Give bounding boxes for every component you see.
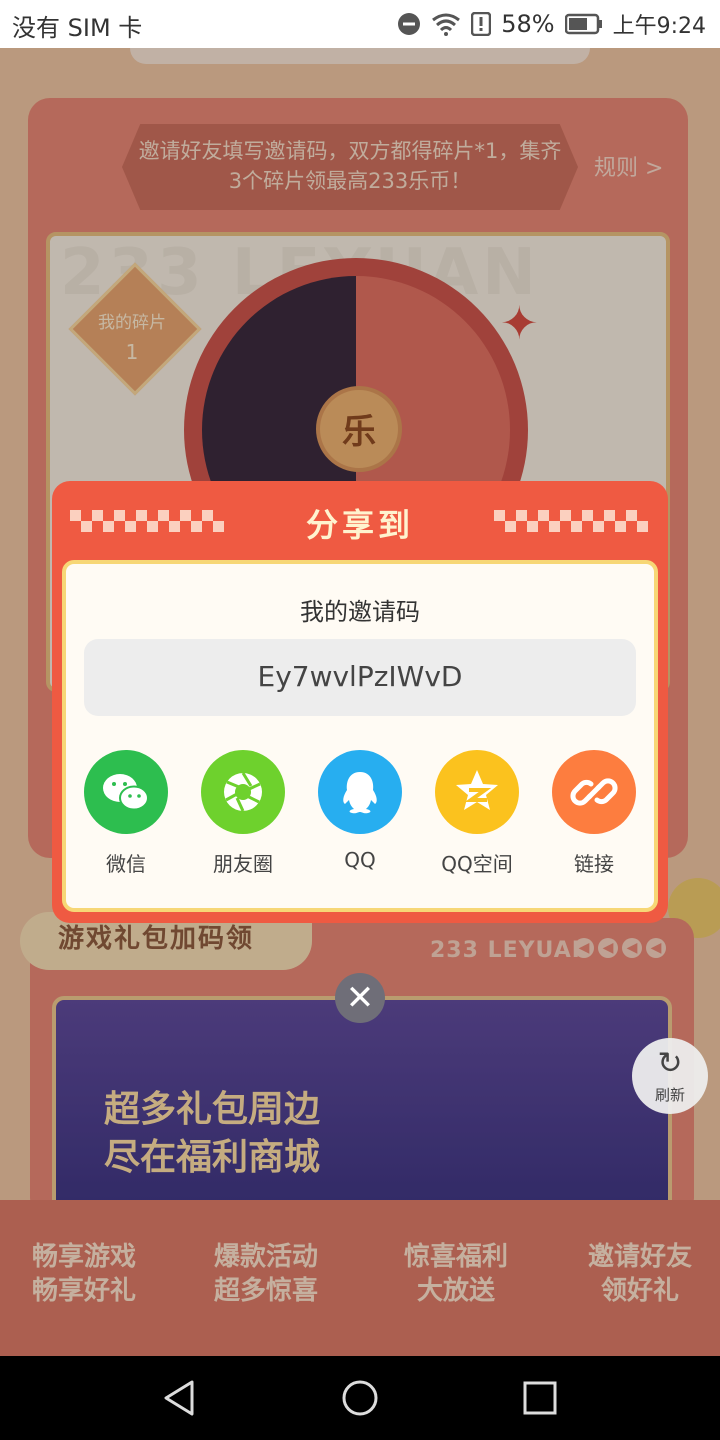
wechat-icon <box>84 750 168 834</box>
share-label: 链接 <box>574 852 614 876</box>
checker-decoration <box>70 510 224 532</box>
share-label: QQ <box>344 848 376 872</box>
battery-percent: 58% <box>501 10 555 38</box>
wifi-icon <box>432 13 461 36</box>
link-icon <box>552 750 636 834</box>
invite-code-heading: 我的邀请码 <box>300 598 420 626</box>
clock: 上午9:24 <box>612 14 706 39</box>
navigation-bar <box>0 1356 720 1440</box>
share-qq-button[interactable]: QQ <box>315 750 405 872</box>
battery-icon <box>564 13 602 35</box>
share-moments-button[interactable]: 朋友圈 <box>198 750 288 877</box>
back-icon[interactable] <box>160 1378 200 1418</box>
battery-alert-icon <box>471 12 492 36</box>
share-label: 微信 <box>106 852 146 876</box>
moments-icon <box>201 750 285 834</box>
refresh-label: 刷新 <box>654 1086 685 1104</box>
home-icon[interactable] <box>340 1378 380 1418</box>
qzone-icon <box>435 750 519 834</box>
status-icons: 58% 上午9:24 <box>397 8 706 40</box>
share-qzone-button[interactable]: QQ空间 <box>432 750 522 877</box>
dnd-icon <box>398 13 421 35</box>
share-label: 朋友圈 <box>213 852 273 876</box>
status-bar: 没有 SIM 卡 58% 上午9:24 <box>0 0 720 48</box>
share-link-button[interactable]: 链接 <box>549 750 639 877</box>
share-wechat-button[interactable]: 微信 <box>81 750 171 877</box>
dialog-title: 分享到 <box>305 506 414 544</box>
recents-icon[interactable] <box>520 1378 560 1418</box>
refresh-icon: ↻ <box>657 1046 683 1081</box>
close-dialog-button[interactable]: ✕ <box>335 973 385 1023</box>
checker-decoration <box>494 510 648 532</box>
invite-code-value: Ey7wvlPzIWvD <box>257 660 463 693</box>
share-label: QQ空间 <box>441 852 513 876</box>
carrier-text: 没有 SIM 卡 <box>12 14 143 42</box>
qq-icon <box>318 750 402 834</box>
